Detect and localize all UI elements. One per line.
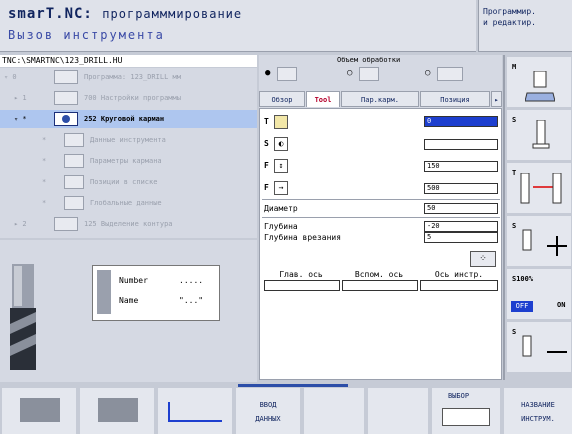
minor-axis-field[interactable] [342, 280, 418, 291]
softkey-select[interactable]: ВЫБОР [432, 388, 500, 434]
tool-number-field[interactable]: 0 [424, 116, 498, 127]
plunge-feed-icon[interactable]: ↕ [274, 159, 288, 173]
plunge-feed-field[interactable]: 150 [424, 161, 498, 172]
tool-table-icon [442, 408, 490, 426]
machine-icon [525, 71, 555, 102]
spindle-softkey[interactable]: S [507, 110, 571, 160]
pocket-params-icon [64, 154, 84, 168]
override-on-label: ON [557, 301, 566, 309]
spindle-icon[interactable]: ◐ [274, 137, 288, 151]
scope-full-icon [277, 67, 297, 81]
tab-position[interactable]: Позиция [420, 91, 490, 107]
program-tree: ▿ 0 Программа: 123_DRILL мм ▸ 1 700 Наст… [0, 68, 257, 238]
app-header: smarT.NC: программмирование Вызов инстру… [0, 0, 476, 52]
tool-axis-field[interactable] [420, 280, 498, 291]
milling-feed-icon[interactable]: → [274, 181, 288, 195]
settings-icon [54, 91, 78, 105]
diameter-label: Диаметр [264, 204, 298, 213]
softkey-roughing[interactable] [80, 388, 154, 434]
softkey-full-machining[interactable] [2, 388, 76, 434]
depth-label: Глубина [264, 222, 298, 231]
program-icon [54, 70, 78, 84]
softkey-input-data[interactable]: ВВОД ДАННЫХ [236, 388, 300, 434]
scope-radio-3[interactable]: ○ [425, 68, 430, 78]
override-off-badge: OFF [511, 301, 533, 312]
app-title: smarT.NC: программмирование [8, 6, 243, 22]
spindle-override-plus-softkey[interactable]: S [507, 216, 571, 266]
main-axis-field[interactable] [264, 280, 340, 291]
tree-row-contour[interactable]: ▸ 2 125 Выделение контура [0, 215, 257, 233]
side-softkey-bar: M S T S S100% OFF ON S [505, 55, 572, 380]
softkey-empty-2[interactable] [368, 388, 428, 434]
spindle-override-minus-softkey[interactable]: S [507, 322, 571, 372]
minus-icon [522, 335, 567, 357]
tab-scroll-right[interactable]: ▸ [491, 91, 502, 107]
plunge-depth-label: Глубина врезания [264, 233, 342, 242]
scope-finishing-icon [437, 67, 463, 81]
file-path: TNC:\SMARTNC\123_DRILL.HU [0, 55, 257, 67]
globe-icon [64, 196, 84, 210]
tree-row-program[interactable]: ▿ 0 Программа: 123_DRILL мм [0, 68, 257, 86]
tab-overview[interactable]: Обзор [259, 91, 305, 107]
milling-feed-field[interactable]: 500 [424, 183, 498, 194]
parameter-form: Объем обработки ● ○ ○ Обзор Tool Пар.кар… [259, 55, 502, 380]
m-function-softkey[interactable]: M [507, 57, 571, 107]
tool-select-icon[interactable] [274, 115, 288, 129]
spindle-override-softkey[interactable]: S100% OFF ON [507, 269, 571, 319]
position-pattern-icon[interactable]: ⁘ [470, 251, 496, 267]
tree-row-circular-pocket[interactable]: ▿ * 252 Круговой карман [0, 110, 257, 128]
positions-icon [64, 175, 84, 189]
spindle-speed-field[interactable] [424, 139, 498, 150]
mode-indicator: Программир. и редактир. [478, 0, 572, 52]
tab-bar: Обзор Tool Пар.карм. Позиция ▸ [259, 91, 502, 109]
softkey-empty-1[interactable] [304, 388, 364, 434]
finishing-icon [168, 402, 222, 422]
tab-tool[interactable]: Tool [306, 91, 340, 107]
tool-tab-content: T 0 S ◐ F ↕ 150 F → 500 Диаметр 50 Глуби… [259, 108, 502, 380]
tree-row-pocket-params[interactable]: * Параметры кармана [0, 152, 257, 170]
diameter-field[interactable]: 50 [424, 203, 498, 214]
tool-length-softkey[interactable]: T [507, 163, 571, 213]
scope-box: Объем обработки ● ○ ○ [259, 55, 502, 89]
tab-pocket-params[interactable]: Пар.карм. [341, 91, 419, 107]
depth-field[interactable]: -20 [424, 221, 498, 232]
divider [262, 199, 500, 200]
plus-icon [522, 229, 567, 256]
tool-info-box: Number ..... Name "..." [92, 265, 220, 321]
end-mill-icon [10, 264, 36, 370]
contour-icon [54, 217, 78, 231]
circular-pocket-icon [54, 112, 78, 126]
plunge-depth-field[interactable]: 5 [424, 232, 498, 243]
roughing-icon [98, 398, 138, 422]
active-softkey-row-indicator [238, 384, 348, 387]
tree-row-tool-data[interactable]: * Данные инструмента [0, 131, 257, 149]
tree-row-global-data[interactable]: * Глобальные данные [0, 194, 257, 212]
tool-icon [64, 133, 84, 147]
tree-row-settings[interactable]: ▸ 1 700 Настройки программы [0, 89, 257, 107]
tree-row-positions[interactable]: * Позиции в списке [0, 173, 257, 191]
tool-thumbnail-icon [97, 270, 111, 314]
screen-subtitle: Вызов инструмента [8, 28, 165, 42]
spindle-tool-icon [532, 120, 550, 149]
softkey-finishing[interactable] [158, 388, 232, 434]
scope-radio-1[interactable]: ● [265, 68, 270, 78]
full-machining-icon [20, 398, 60, 422]
scope-radio-2[interactable]: ○ [347, 68, 352, 78]
tool-change-icon [520, 173, 562, 204]
scope-roughing-icon [359, 67, 379, 81]
divider [262, 217, 500, 218]
softkey-tool-name[interactable]: НАЗВАНИЕ ИНСТРУМ. [504, 388, 572, 434]
